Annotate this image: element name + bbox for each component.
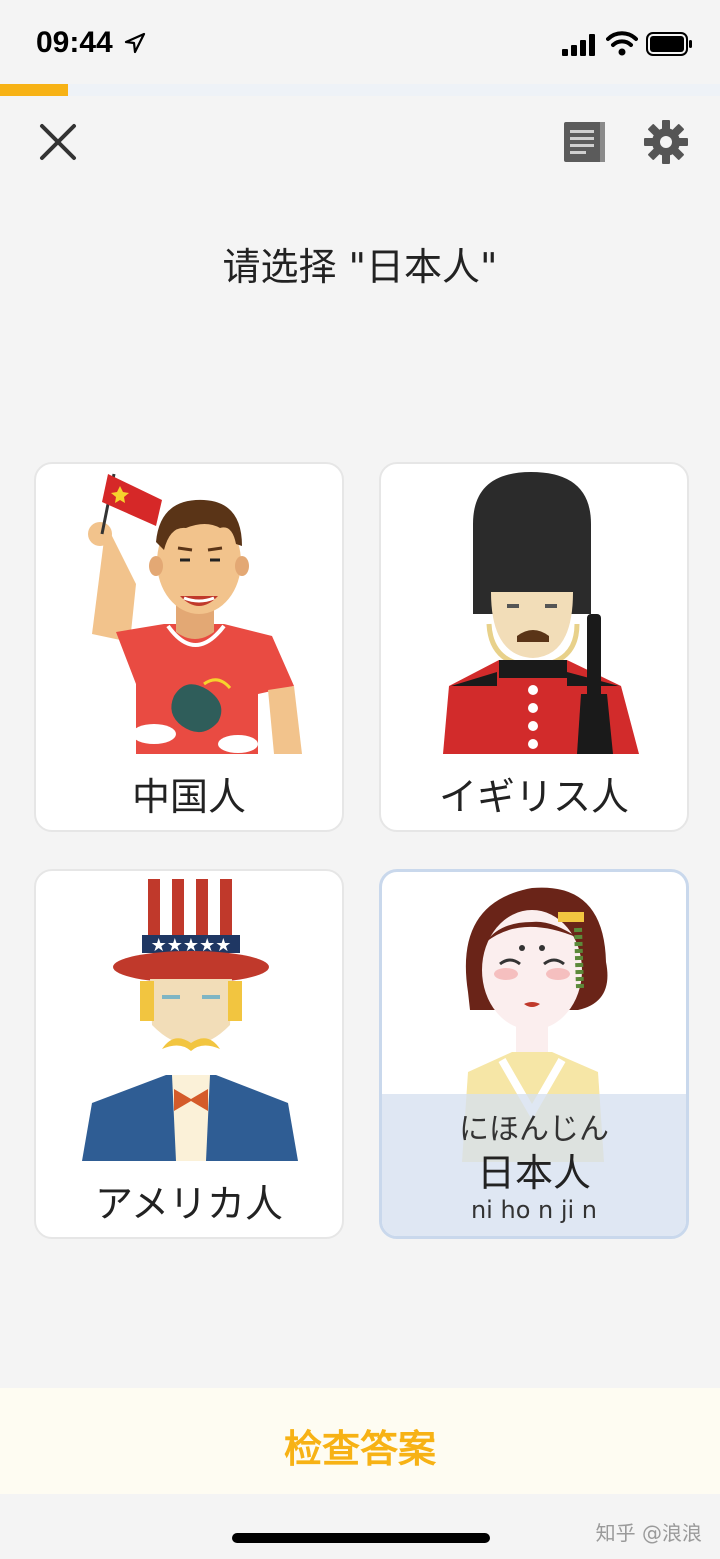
uncle-sam-illustration: ★★★★★	[82, 879, 298, 1161]
wifi-icon	[606, 31, 638, 56]
gear-icon[interactable]	[642, 118, 690, 166]
lesson-progress-fill	[0, 84, 69, 96]
option-card-chinese[interactable]: 中国人	[34, 462, 344, 832]
option-card-british[interactable]: イギリス人	[379, 462, 689, 832]
check-answer-button[interactable]: 检查答案	[0, 1418, 720, 1473]
battery-icon	[646, 32, 692, 56]
question-prompt: 请选择 "日本人"	[222, 245, 498, 289]
lesson-progress-bar	[0, 84, 720, 96]
option-card-american[interactable]: ★★★★★ アメリカ人	[34, 869, 344, 1239]
option-label: イギリス人	[438, 775, 629, 819]
option-card-japanese[interactable]: にほんじん 日本人 ni ho n ji n	[379, 869, 689, 1239]
close-icon[interactable]	[34, 118, 82, 166]
watermark: 知乎 @浪浪	[595, 1521, 702, 1545]
option-label: アメリカ人	[94, 1182, 284, 1226]
home-indicator[interactable]	[232, 1533, 490, 1543]
cellular-signal-icon	[562, 34, 595, 56]
chinese-person-illustration	[88, 473, 302, 754]
notebook-icon[interactable]	[560, 118, 608, 166]
option-romaji: ni ho n ji n	[470, 1196, 598, 1224]
status-bar: 09:44	[0, 0, 720, 84]
status-time: 09:44	[36, 26, 113, 59]
option-kanji: 日本人	[476, 1151, 591, 1195]
british-guard-illustration	[443, 472, 639, 754]
option-label: 中国人	[131, 775, 246, 819]
location-arrow-icon	[124, 32, 146, 54]
